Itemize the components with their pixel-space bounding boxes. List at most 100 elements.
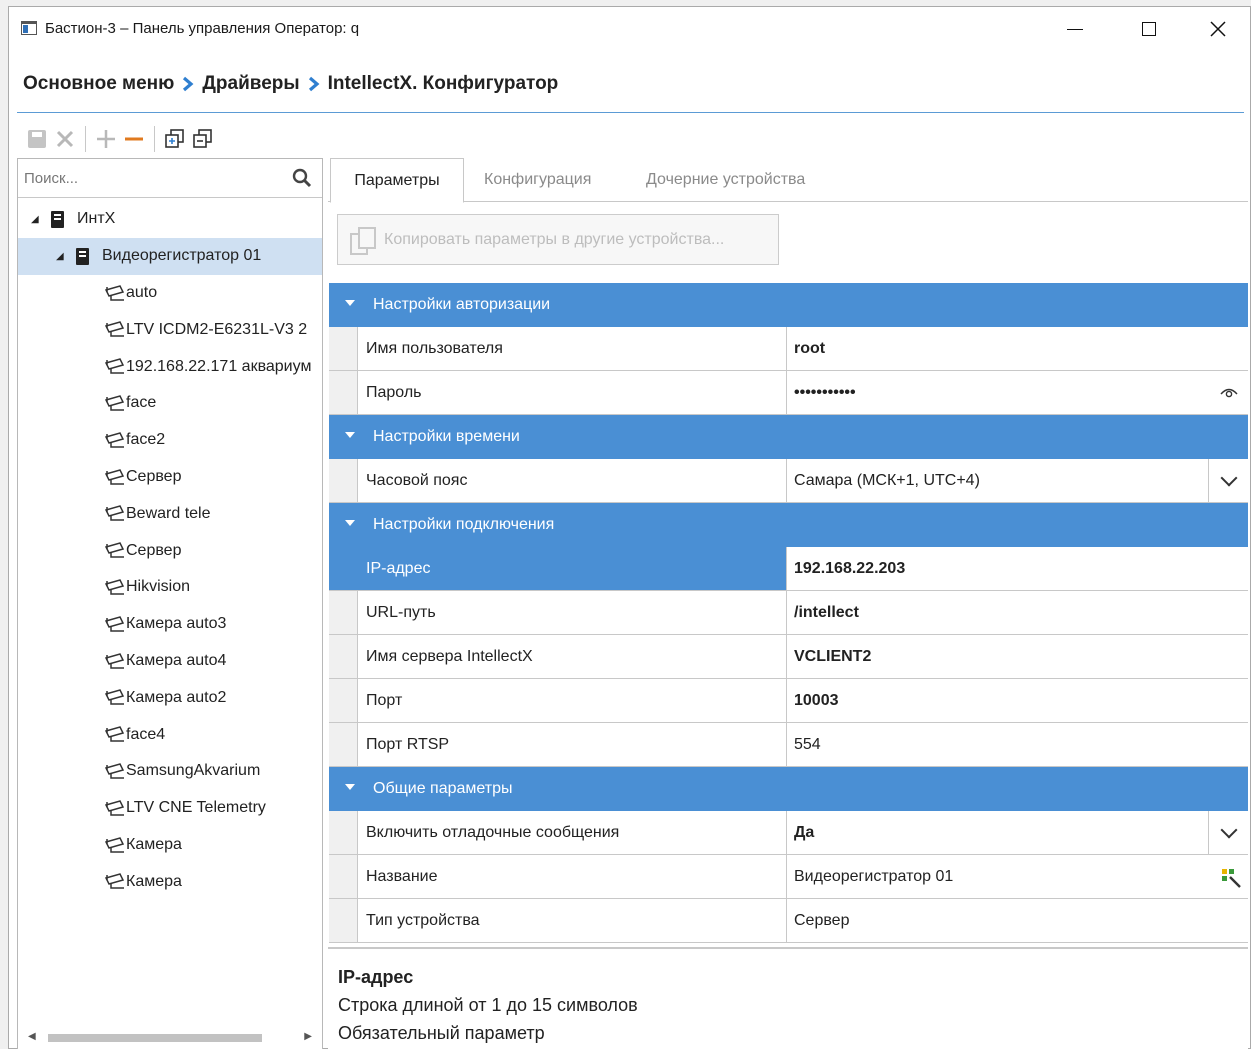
url-field[interactable]: /intellect <box>787 591 1248 634</box>
tree-node-camera[interactable]: Камера <box>18 863 322 900</box>
maximize-button[interactable] <box>1126 15 1172 43</box>
delete-icon <box>56 130 74 148</box>
property-row-username[interactable]: Имя пользователя root <box>329 327 1248 371</box>
tab-child-devices[interactable]: Дочерние устройства <box>646 158 805 202</box>
save-button[interactable] <box>23 125 51 153</box>
expand-all-button[interactable] <box>161 125 189 153</box>
tree-node-camera[interactable]: Камера auto3 <box>18 606 322 643</box>
row-gutter <box>329 679 358 722</box>
property-row-debug[interactable]: Включить отладочные сообщения Да <box>329 811 1248 855</box>
scroll-left-icon[interactable]: ◀ <box>28 1031 36 1042</box>
eye-icon[interactable] <box>1220 385 1238 399</box>
property-row-port[interactable]: Порт 10003 <box>329 679 1248 723</box>
remove-button[interactable] <box>120 125 148 153</box>
dropdown-button[interactable] <box>1208 459 1248 502</box>
help-required-note: Обязательный параметр <box>338 1023 545 1043</box>
tree-node-label: auto <box>126 283 158 301</box>
tree-node-label: Сервер <box>126 541 182 559</box>
name-field[interactable]: Видеорегистратор 01 <box>787 855 1248 898</box>
section-connection[interactable]: Настройки подключения <box>329 503 1248 547</box>
server-name-field[interactable]: VCLIENT2 <box>787 635 1248 678</box>
help-title: IP-адрес <box>338 967 414 987</box>
tree-node-label: Камера <box>126 835 182 853</box>
property-row-server-name[interactable]: Имя сервера IntellectX VCLIENT2 <box>329 635 1248 679</box>
camera-icon <box>104 689 125 706</box>
timezone-select[interactable]: Самара (МСК+1, UTC+4) <box>787 459 1248 502</box>
camera-icon <box>104 431 125 448</box>
section-auth[interactable]: Настройки авторизации <box>329 283 1248 327</box>
tree-node-camera[interactable]: 192.168.22.171 аквариум <box>18 348 322 385</box>
collapse-triangle-icon[interactable] <box>345 432 355 438</box>
section-general[interactable]: Общие параметры <box>329 767 1248 811</box>
property-name: Название <box>358 855 787 898</box>
tree-node-root[interactable]: ◢ ИнтX <box>18 201 322 238</box>
horizontal-scrollbar[interactable]: ◀ ▶ <box>18 1027 322 1049</box>
expanded-triangle-icon[interactable]: ◢ <box>31 214 39 225</box>
collapse-triangle-icon[interactable] <box>345 300 355 306</box>
property-name: Порт RTSP <box>358 723 787 766</box>
tree-node-camera[interactable]: face4 <box>18 716 322 753</box>
tree-node-camera[interactable]: LTV CNE Telemetry <box>18 790 322 827</box>
tab-configuration[interactable]: Конфигурация <box>484 158 591 202</box>
server-icon <box>76 247 89 265</box>
tree-node-camera[interactable]: Камера auto4 <box>18 643 322 680</box>
property-row-rtsp-port[interactable]: Порт RTSP 554 <box>329 723 1248 767</box>
tab-parameters[interactable]: Параметры <box>330 158 464 203</box>
tree-node-camera[interactable]: Сервер <box>18 459 322 496</box>
scroll-right-icon[interactable]: ▶ <box>304 1031 312 1042</box>
rtsp-port-field[interactable]: 554 <box>787 723 1248 766</box>
row-gutter <box>329 327 358 370</box>
property-row-url[interactable]: URL-путь /intellect <box>329 591 1248 635</box>
expanded-triangle-icon[interactable]: ◢ <box>56 251 64 262</box>
expand-all-icon <box>165 129 184 148</box>
property-row-ip[interactable]: IP-адрес 192.168.22.203 <box>329 547 1248 591</box>
tree-node-label: Камера auto2 <box>126 688 227 706</box>
tree-node-camera[interactable]: Beward tele <box>18 495 322 532</box>
search-icon[interactable] <box>292 168 312 188</box>
tree-node-camera[interactable]: Сервер <box>18 532 322 569</box>
camera-icon <box>104 468 125 485</box>
property-row-name[interactable]: Название Видеорегистратор 01 <box>329 855 1248 899</box>
dropdown-button[interactable] <box>1208 811 1248 854</box>
search-input[interactable] <box>18 159 288 197</box>
property-row-timezone[interactable]: Часовой пояс Самара (МСК+1, UTC+4) <box>329 459 1248 503</box>
device-tree: ◢ ИнтX ◢ Видеорегистратор 01 auto LTV ICD… <box>18 201 322 900</box>
collapse-all-button[interactable] <box>189 125 217 153</box>
scrollbar-thumb[interactable] <box>48 1034 262 1042</box>
tree-node-camera[interactable]: face2 <box>18 422 322 459</box>
breadcrumb-main-menu[interactable]: Основное меню <box>23 73 174 95</box>
add-button[interactable] <box>92 125 120 153</box>
close-button[interactable] <box>1195 15 1241 43</box>
tree-node-camera[interactable]: SamsungAkvarium <box>18 753 322 790</box>
tree-node-camera[interactable]: face <box>18 385 322 422</box>
section-time[interactable]: Настройки времени <box>329 415 1248 459</box>
magic-wand-icon[interactable] <box>1220 867 1242 889</box>
ip-field[interactable]: 192.168.22.203 <box>787 547 1248 590</box>
tree-node-label: Hikvision <box>126 578 191 596</box>
copy-params-button[interactable]: Копировать параметры в другие устройства… <box>337 214 779 265</box>
toolbar-divider <box>85 126 86 152</box>
tree-node-camera[interactable]: auto <box>18 275 322 312</box>
device-tree-panel: ◢ ИнтX ◢ Видеорегистратор 01 auto LTV ICD… <box>17 158 323 1049</box>
property-row-password[interactable]: Пароль ••••••••••• <box>329 371 1248 415</box>
port-field[interactable]: 10003 <box>787 679 1248 722</box>
camera-list: auto LTV ICDM2-E6231L-V3 2 192.168.22.171 … <box>18 275 322 901</box>
breadcrumb-drivers[interactable]: Драйверы <box>202 73 299 95</box>
debug-select[interactable]: Да <box>787 811 1248 854</box>
camera-icon <box>104 726 125 742</box>
property-row-device-type[interactable]: Тип устройства Сервер <box>329 899 1248 943</box>
username-field[interactable]: root <box>787 327 1248 370</box>
collapse-triangle-icon[interactable] <box>345 784 355 790</box>
tree-node-label: SamsungAkvarium <box>126 762 261 780</box>
tree-node-device[interactable]: ◢ Видеорегистратор 01 <box>18 237 322 275</box>
tree-node-label: Beward tele <box>126 504 211 522</box>
delete-button[interactable] <box>51 125 79 153</box>
password-field[interactable]: ••••••••••• <box>787 371 1248 414</box>
search-box <box>18 159 322 198</box>
collapse-triangle-icon[interactable] <box>345 520 355 526</box>
tree-node-camera[interactable]: LTV ICDM2-E6231L-V3 2 <box>18 311 322 348</box>
tree-node-camera[interactable]: Камера auto2 <box>18 679 322 716</box>
tree-node-camera[interactable]: Hikvision <box>18 569 322 606</box>
minimize-button[interactable] <box>1052 15 1098 43</box>
tree-node-camera[interactable]: Камера <box>18 827 322 864</box>
